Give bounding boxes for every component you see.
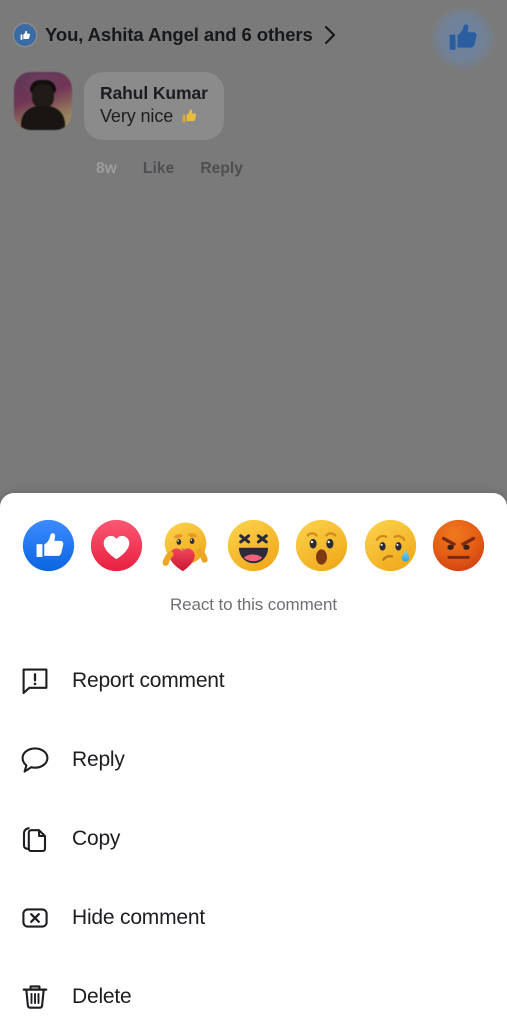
like-badge-icon (14, 24, 36, 46)
options-menu: Report comment Reply Copy Hide comment D… (0, 641, 507, 1024)
copy-pages-icon (16, 820, 54, 858)
reactions-summary-text: You, Ashita Angel and 6 others (45, 24, 313, 45)
comment-text-row: Very nice (100, 104, 208, 128)
menu-item-report-comment[interactable]: Report comment (0, 641, 507, 720)
reaction-care-icon (162, 522, 208, 572)
menu-item-hide-comment[interactable]: Hide comment (0, 878, 507, 957)
chevron-right-icon (323, 24, 337, 46)
comment-timestamp[interactable]: 8w (96, 160, 117, 178)
report-comment-icon (16, 662, 54, 700)
menu-item-label: Copy (72, 826, 121, 850)
menu-item-delete[interactable]: Delete (0, 957, 507, 1024)
reaction-sad-icon (364, 519, 416, 572)
reaction-like-icon (22, 519, 75, 572)
menu-item-label: Reply (72, 747, 125, 771)
reply-bubble-icon (16, 741, 54, 779)
reaction-angry-icon (432, 519, 485, 572)
reaction-love-icon (91, 519, 143, 572)
avatar-head (32, 84, 54, 108)
comment-like-button[interactable]: Like (143, 160, 174, 178)
comment-author: Rahul Kumar (100, 83, 208, 103)
menu-item-label: Report comment (72, 668, 225, 692)
menu-item-copy[interactable]: Copy (0, 799, 507, 878)
post-like-button[interactable] (432, 7, 494, 69)
comment-actions: 8w Like Reply (96, 160, 243, 178)
dimmed-post-backdrop: You, Ashita Angel and 6 others Rahul Kum… (0, 0, 507, 497)
thumbs-up-emoji (180, 106, 200, 126)
thumbs-up-icon (449, 24, 477, 50)
menu-item-label: Delete (72, 984, 132, 1008)
react-caption: React to this comment (169, 595, 338, 614)
reaction-care-button[interactable] (159, 519, 212, 572)
menu-item-reply[interactable]: Reply (0, 720, 507, 799)
avatar-body (21, 106, 65, 130)
reaction-angry-button[interactable] (432, 519, 485, 572)
hide-x-box-icon (16, 899, 54, 937)
menu-item-label: Hide comment (72, 905, 205, 929)
trash-can-icon (16, 978, 54, 1016)
comment-options-screen: You, Ashita Angel and 6 others Rahul Kum… (0, 0, 507, 1024)
reaction-haha-button[interactable] (227, 519, 280, 572)
reaction-haha-icon (227, 519, 280, 572)
reaction-love-button[interactable] (90, 519, 143, 572)
avatar[interactable] (14, 72, 72, 130)
reaction-sad-button[interactable] (364, 519, 417, 572)
comment-bubble[interactable]: Rahul Kumar Very nice (84, 72, 224, 140)
reactions-summary[interactable]: You, Ashita Angel and 6 others (14, 19, 337, 51)
comment: Rahul Kumar Very nice (14, 72, 224, 140)
comment-text: Very nice (100, 106, 174, 126)
reaction-like-button[interactable] (22, 519, 75, 572)
reaction-wow-icon (296, 519, 348, 572)
comment-reply-button[interactable]: Reply (200, 160, 243, 178)
reaction-picker (0, 519, 507, 572)
reaction-wow-button[interactable] (295, 519, 348, 572)
comment-options-sheet: React to this comment Report comment Rep… (0, 493, 507, 1024)
